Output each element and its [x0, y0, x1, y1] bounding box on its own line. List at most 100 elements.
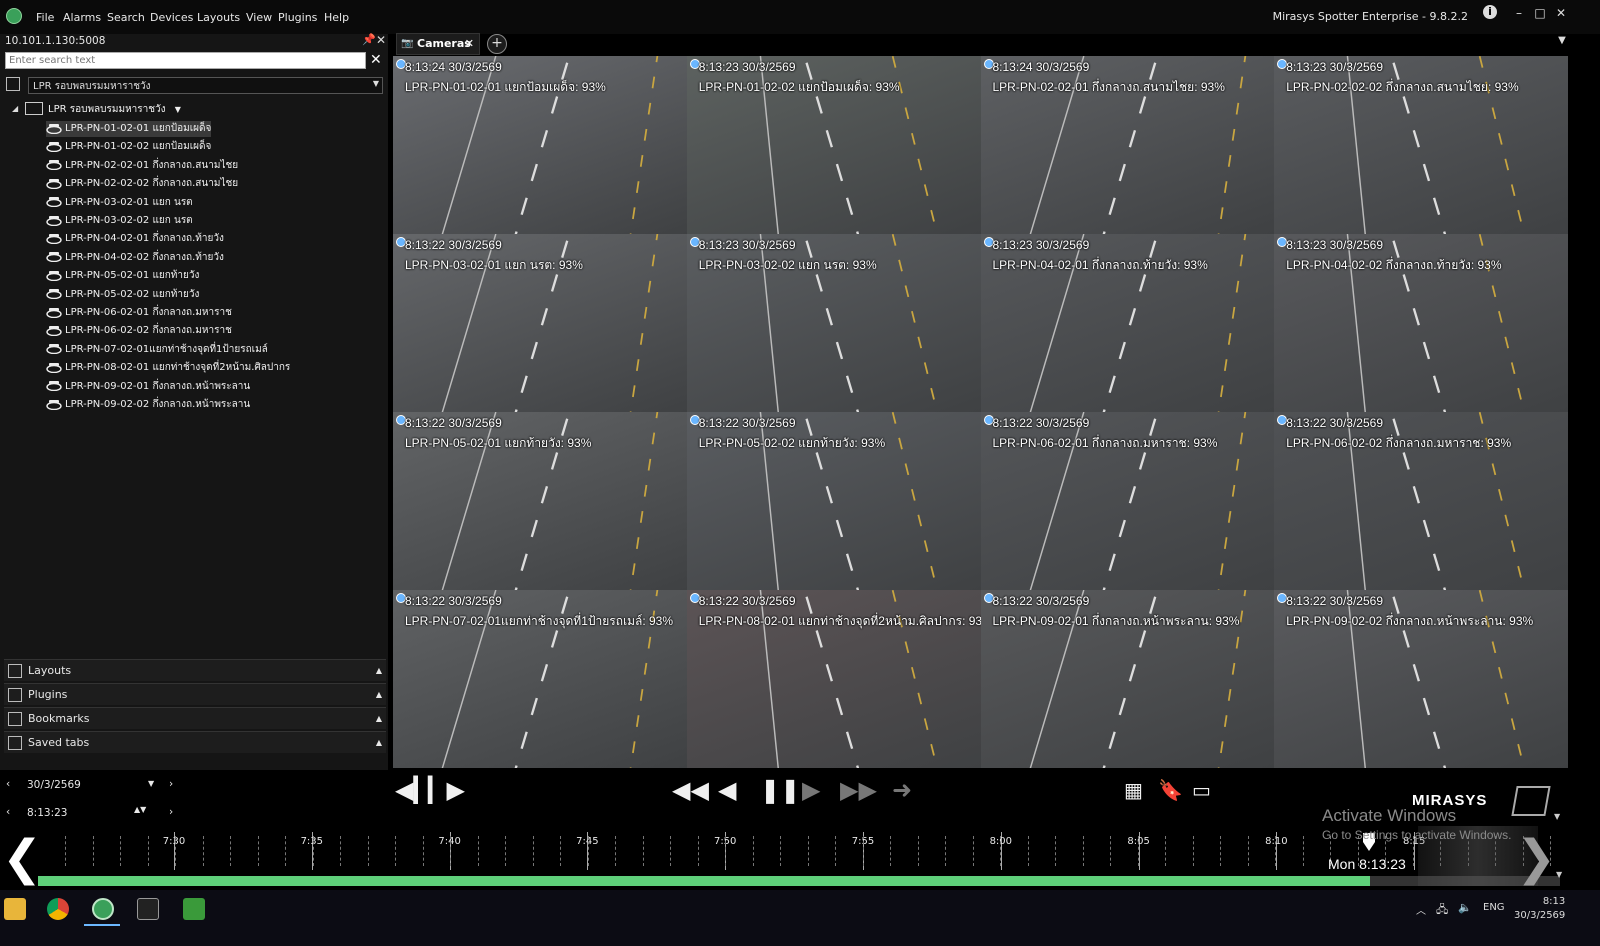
tree-expand-icon[interactable]: ◢ — [12, 104, 18, 113]
timeline-minor-tick — [450, 836, 452, 866]
camera-tree-item[interactable]: LPR-PN-04-02-01 กึ่งกลางถ.ท้ายวัง — [46, 231, 224, 247]
time-field[interactable]: 8:13:23 — [27, 807, 67, 819]
camera-tree-item[interactable]: LPR-PN-09-02-02 กึ่งกลางถ.หน้าพระลาน — [46, 397, 250, 413]
play-icon[interactable]: ▶ — [802, 778, 820, 802]
network-icon[interactable]: 🖧 — [1436, 901, 1448, 920]
camera-tile[interactable]: 8:13:22 30/3/2569 LPR-PN-07-02-01แยกท่าช้… — [393, 590, 687, 768]
bookmarks-panel[interactable]: Bookmarks ▲ — [4, 707, 386, 729]
menu-layouts[interactable]: Layouts — [197, 11, 240, 24]
clock[interactable]: 8:13 30/3/2569 — [1514, 895, 1565, 923]
camera-tree-item[interactable]: LPR-PN-01-02-01 แยกป้อมเผด็จ — [46, 121, 212, 137]
menu-file[interactable]: File — [36, 11, 54, 24]
tray-chevron-icon[interactable]: ︿ — [1416, 902, 1426, 917]
spotter-app-icon[interactable] — [92, 898, 114, 920]
camera-tree-item[interactable]: LPR-PN-09-02-01 กึ่งกลางถ.หน้าพระลาน — [46, 379, 250, 395]
group-select[interactable]: LPR รอบพลบรมมหาราชวัง ▼ — [28, 77, 383, 94]
app-green-icon[interactable] — [183, 898, 205, 920]
play-reverse-icon[interactable]: ◀ — [718, 778, 736, 802]
date-dropdown-icon[interactable]: ▼ — [148, 779, 154, 788]
timeline-back-icon[interactable]: ❮ — [2, 830, 42, 886]
time-spin-icon[interactable]: ▲▼ — [134, 805, 146, 814]
menu-search[interactable]: Search — [107, 11, 145, 24]
minimize-button[interactable]: – — [1510, 4, 1528, 22]
camera-tile[interactable]: 8:13:23 30/3/2569 LPR-PN-02-02-02 กึ่งกลา… — [1274, 56, 1568, 234]
timeline-forward-icon[interactable]: ❯ — [1516, 830, 1556, 886]
camera-tree-item[interactable]: LPR-PN-06-02-02 กึ่งกลางถ.มหาราช — [46, 323, 232, 339]
tab-close-icon[interactable]: ✕ — [465, 34, 474, 54]
file-explorer-icon[interactable] — [4, 898, 26, 920]
chrome-icon[interactable] — [47, 898, 69, 920]
step-back-icon[interactable]: ◀▎ — [395, 778, 432, 802]
camera-tile[interactable]: 8:13:24 30/3/2569 LPR-PN-02-02-01 กึ่งกลา… — [980, 56, 1275, 234]
rewind-icon[interactable]: ◀◀ — [672, 778, 709, 802]
chevron-down-icon[interactable]: ▼ — [1556, 870, 1562, 879]
camera-tree-item[interactable]: LPR-PN-03-02-02 แยก นรต — [46, 213, 193, 229]
time-next-icon[interactable]: › — [169, 806, 173, 818]
grid-layout-icon[interactable]: ▦ — [1124, 778, 1143, 802]
plugins-panel[interactable]: Plugins ▲ — [4, 683, 386, 705]
camera-tree-item[interactable]: LPR-PN-06-02-01 กึ่งกลางถ.มหาราช — [46, 305, 232, 321]
camera-tree-item[interactable]: LPR-PN-02-02-02 กึ่งกลางถ.สนามไชย — [46, 176, 238, 192]
tab-menu-chevron-icon[interactable]: ▼ — [1553, 32, 1571, 50]
volume-icon[interactable]: 🔈 — [1458, 901, 1472, 914]
camera-tree-item[interactable]: LPR-PN-08-02-01 แยกท่าช้างจุดที่2หน้าม.ศ… — [46, 360, 290, 376]
layouts-panel[interactable]: Layouts ▲ — [4, 659, 386, 681]
camera-tile[interactable]: 8:13:22 30/3/2569 LPR-PN-06-02-01 กึ่งกลา… — [980, 412, 1275, 590]
camera-tree-label: LPR-PN-03-02-02 แยก นรต — [65, 215, 193, 226]
tab-cameras[interactable]: 📷 Cameras ✕ — [396, 33, 480, 55]
camera-tree-item[interactable]: LPR-PN-07-02-01แยกท่าช้างจุดที่1ป้ายรถเม… — [46, 342, 268, 358]
timeline-minor-tick — [862, 836, 865, 866]
saved-tabs-panel[interactable]: Saved tabs ▲ — [4, 731, 386, 753]
search-clear-icon[interactable]: ✕ — [370, 52, 382, 68]
menu-view[interactable]: View — [246, 11, 272, 24]
group-tree-icon[interactable] — [6, 77, 20, 91]
camera-tile[interactable]: 8:13:23 30/3/2569 LPR-PN-01-02-02 แยกป้อม… — [686, 56, 981, 234]
date-field[interactable]: 30/3/2569 — [27, 779, 81, 791]
camera-tile[interactable]: 8:13:22 30/3/2569 LPR-PN-03-02-01 แยก นรต… — [393, 234, 687, 412]
menu-plugins[interactable]: Plugins — [278, 11, 317, 24]
menu-help[interactable]: Help — [324, 11, 349, 24]
search-input[interactable] — [5, 52, 366, 69]
maximize-button[interactable]: □ — [1531, 4, 1549, 22]
camera-tree-item[interactable]: LPR-PN-03-02-01 แยก นรต — [46, 195, 193, 211]
camera-tile[interactable]: 8:13:23 30/3/2569 LPR-PN-04-02-02 กึ่งกลา… — [1274, 234, 1568, 412]
bookmark-add-icon[interactable]: 🔖 — [1158, 778, 1183, 802]
step-forward-icon[interactable]: ▎▶ — [428, 778, 465, 802]
terminal-icon[interactable] — [137, 898, 159, 920]
info-icon[interactable]: i — [1483, 5, 1497, 19]
timeline-minor-tick — [120, 836, 122, 866]
add-tab-button[interactable]: + — [487, 34, 507, 54]
camera-tree-item[interactable]: LPR-PN-04-02-02 กึ่งกลางถ.ท้ายวัง — [46, 250, 224, 266]
camera-tile[interactable]: 8:13:22 30/3/2569 LPR-PN-05-02-02 แยกท้าย… — [686, 412, 981, 590]
single-view-icon[interactable]: ▭ — [1192, 778, 1211, 802]
live-arrow-icon[interactable]: ➜ — [892, 778, 912, 802]
menu-devices[interactable]: Devices — [150, 11, 193, 24]
camera-tree-item[interactable]: LPR-PN-05-02-01 แยกท้ายวัง — [46, 268, 199, 284]
close-button[interactable]: ✕ — [1552, 4, 1570, 22]
camera-tile[interactable]: 8:13:23 30/3/2569 LPR-PN-04-02-01 กึ่งกลา… — [980, 234, 1275, 412]
pause-icon[interactable]: ❚❚ — [760, 778, 800, 802]
puzzle-icon — [8, 688, 22, 702]
chevron-down-icon: ▼ — [174, 105, 181, 114]
activate-windows-title: Activate Windows — [1322, 806, 1457, 825]
camera-tile[interactable]: 8:13:22 30/3/2569 LPR-PN-05-02-01 แยกท้าย… — [393, 412, 687, 590]
time-prev-icon[interactable]: ‹ — [6, 806, 10, 818]
camera-tile[interactable]: 8:13:24 30/3/2569 LPR-PN-01-02-01 แยกป้อม… — [393, 56, 687, 234]
camera-tree-item[interactable]: LPR-PN-05-02-02 แยกท้ายวัง — [46, 287, 199, 303]
camera-tile[interactable]: 8:13:22 30/3/2569 LPR-PN-06-02-02 กึ่งกลา… — [1274, 412, 1568, 590]
camera-tile[interactable]: 8:13:22 30/3/2569 LPR-PN-08-02-01 แยกท่าช… — [686, 590, 981, 768]
menu-alarms[interactable]: Alarms — [63, 11, 101, 24]
tree-root[interactable]: LPR รอบพลบรมมหาราชวัง ▼ — [48, 102, 181, 117]
camera-tree-item[interactable]: LPR-PN-01-02-02 แยกป้อมเผด็จ — [46, 139, 211, 155]
camera-tile[interactable]: 8:13:22 30/3/2569 LPR-PN-09-02-02 กึ่งกลา… — [1274, 590, 1568, 768]
pin-icon[interactable]: 📌 — [362, 33, 376, 46]
fast-forward-icon[interactable]: ▶▶ — [840, 778, 877, 802]
chevron-down-icon[interactable]: ▼ — [1554, 812, 1560, 821]
language-indicator[interactable]: ENG — [1483, 902, 1505, 913]
camera-tile[interactable]: 8:13:23 30/3/2569 LPR-PN-03-02-02 แยก นรต… — [686, 234, 981, 412]
camera-tile[interactable]: 8:13:22 30/3/2569 LPR-PN-09-02-01 กึ่งกลา… — [980, 590, 1275, 768]
camera-tree-item[interactable]: LPR-PN-02-02-01 กึ่งกลางถ.สนามไชย — [46, 158, 238, 174]
date-prev-icon[interactable]: ‹ — [6, 778, 10, 790]
date-next-icon[interactable]: › — [169, 778, 173, 790]
panel-close-icon[interactable]: ✕ — [376, 33, 386, 47]
